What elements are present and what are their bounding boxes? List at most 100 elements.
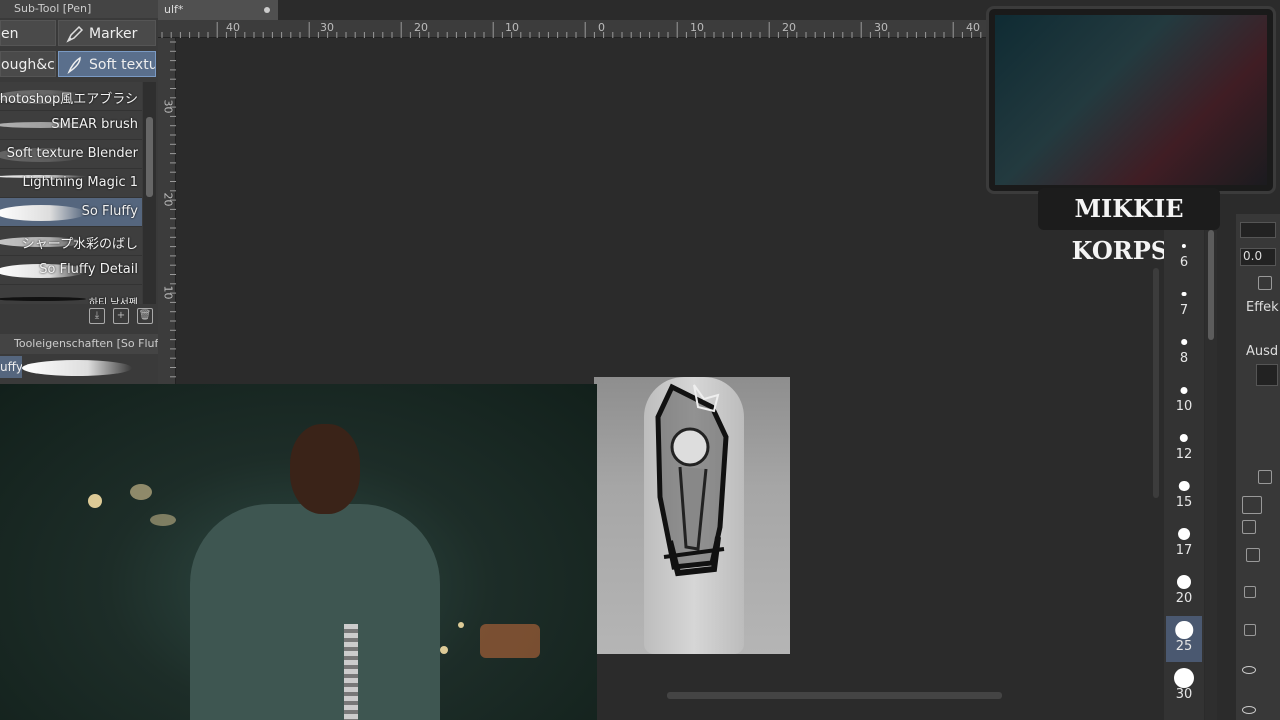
brush-list-scroll-thumb[interactable] xyxy=(146,117,153,197)
brush-size-label: 25 xyxy=(1175,639,1193,654)
copy-down-icon[interactable]: ⤓ xyxy=(89,308,105,324)
video-overlay xyxy=(0,384,597,720)
ruler-label: 20 xyxy=(414,21,428,34)
effect-label: Effek xyxy=(1246,300,1279,315)
brush-size-item[interactable]: 6 xyxy=(1166,232,1202,278)
bokeh-light xyxy=(88,494,102,508)
brush-size-dot xyxy=(1174,668,1194,688)
brush-size-dot xyxy=(1175,621,1193,639)
brush-item[interactable]: Photoshop風エアブラシ xyxy=(0,82,142,111)
subtool-rough-label: ough&co xyxy=(1,57,55,73)
subtool-soft-texture-button[interactable]: Soft texture xyxy=(58,51,156,77)
brush-size-dot xyxy=(1181,243,1187,249)
brush-size-label: 30 xyxy=(1175,687,1193,702)
brush-stroke-preview xyxy=(0,297,86,301)
brush-size-label: 12 xyxy=(1175,447,1193,462)
ruler-label: 30 xyxy=(161,99,175,114)
brush-size-item[interactable]: 15 xyxy=(1166,472,1202,518)
subtool-pen-button[interactable]: en xyxy=(0,20,56,46)
layer-stack-icon[interactable] xyxy=(1258,470,1272,484)
brush-item[interactable]: Lightning Magic 1 xyxy=(0,169,142,198)
eye-icon[interactable] xyxy=(1242,666,1256,674)
brush-size-label: 6 xyxy=(1179,255,1189,270)
value-field[interactable]: 0.0 xyxy=(1240,248,1276,266)
brush-size-item[interactable]: 17 xyxy=(1166,520,1202,566)
brush-size-scroll-thumb[interactable] xyxy=(1208,230,1214,340)
brush-item[interactable]: SMEAR brush xyxy=(0,111,142,140)
brush-item[interactable]: 하티 낙서펜 xyxy=(0,285,142,304)
brush-size-item-selected[interactable]: 25 xyxy=(1166,616,1202,662)
canvas-artwork[interactable] xyxy=(594,377,790,654)
brush-size-item[interactable]: 20 xyxy=(1166,568,1202,614)
close-tab-icon[interactable] xyxy=(264,7,270,13)
brush-stroke-preview xyxy=(22,360,132,376)
color-swatch-button[interactable] xyxy=(1256,364,1278,386)
ruler-label: 40 xyxy=(226,21,240,34)
tattoo-sketch xyxy=(655,383,729,577)
canvas-vertical-scroll-thumb[interactable] xyxy=(1153,268,1159,498)
right-panel: 0.0 Effek Ausd xyxy=(1236,214,1280,720)
brush-size-item[interactable]: 10 xyxy=(1166,376,1202,422)
bokeh-light xyxy=(480,624,540,658)
brush-item[interactable]: シャープ水彩のばし xyxy=(0,227,142,256)
bokeh-light xyxy=(440,646,448,654)
layer-checkbox[interactable] xyxy=(1244,624,1256,636)
trash-icon[interactable]: 🗑 xyxy=(137,308,153,324)
subtool-pen-label: en xyxy=(1,26,19,42)
brush-item-label: シャープ水彩のばし xyxy=(21,237,138,252)
horizontal-ruler: 40 30 20 10 0 10 20 30 40 xyxy=(158,20,988,38)
ruler-label: 30 xyxy=(874,21,888,34)
document-tab[interactable]: ulf* xyxy=(158,0,278,20)
soft-pen-icon xyxy=(67,56,81,74)
brush-size-dot xyxy=(1177,575,1191,589)
marker-pen-icon xyxy=(66,25,84,43)
tool-properties-stroke-preview xyxy=(22,356,158,382)
brush-item[interactable]: So Fluffy Detail xyxy=(0,256,142,285)
ruler-label: 40 xyxy=(966,21,980,34)
brush-list-scrollbar[interactable] xyxy=(143,82,156,304)
duplicate-icon[interactable]: + xyxy=(113,308,129,324)
brush-size-label: 8 xyxy=(1179,351,1189,366)
subtool-title: Sub-Tool [Pen] xyxy=(0,0,158,18)
canvas-horizontal-scroll-thumb[interactable] xyxy=(667,692,1002,699)
subtool-soft-texture-label: Soft texture xyxy=(89,57,155,73)
brush-item-label: So Fluffy Detail xyxy=(39,262,138,277)
layer-stack-icon[interactable] xyxy=(1258,276,1272,290)
brush-size-item[interactable]: 30 xyxy=(1166,664,1202,710)
layer-checkbox[interactable] xyxy=(1244,586,1256,598)
brush-item-label: So Fluffy xyxy=(81,204,138,219)
layer-mask-icon[interactable] xyxy=(1242,520,1256,534)
subtool-marker-button[interactable]: Marker xyxy=(58,20,156,46)
chain-necklace xyxy=(344,624,358,720)
tool-properties-title: Tooleigenschaften [So Fluffy xyxy=(0,334,158,354)
canvas-horizontal-scrollbar[interactable] xyxy=(597,688,1153,702)
ruler-label: 30 xyxy=(320,21,334,34)
brush-size-dot xyxy=(1180,386,1188,394)
brush-size-item[interactable]: 8 xyxy=(1166,328,1202,374)
eye-icon[interactable] xyxy=(1242,706,1256,714)
streamer-webcam-feed xyxy=(995,15,1267,185)
layer-folder-icon[interactable] xyxy=(1246,548,1260,562)
bokeh-light xyxy=(130,484,152,500)
ruler-label: 10 xyxy=(161,285,175,300)
tool-properties-name: uffy xyxy=(0,356,22,378)
ruler-label: 0 xyxy=(598,21,605,34)
brush-size-dot xyxy=(1178,480,1190,492)
brush-list: Photoshop風エアブラシ SMEAR brush Soft texture… xyxy=(0,82,142,304)
brush-size-list: 6 7 8 10 12 15 17 20 25 30 xyxy=(1164,230,1204,720)
subtool-rough-button[interactable]: ough&co xyxy=(0,51,56,77)
brush-item-label: Lightning Magic 1 xyxy=(22,175,138,190)
brush-size-label: 10 xyxy=(1175,399,1193,414)
ruler-label: 20 xyxy=(161,192,175,207)
brush-item[interactable]: Soft texture Blender xyxy=(0,140,142,169)
brush-size-item[interactable]: 12 xyxy=(1166,424,1202,470)
brush-item-selected[interactable]: So Fluffy xyxy=(0,198,142,227)
brush-size-item[interactable]: 7 xyxy=(1166,280,1202,326)
person-head xyxy=(290,424,360,514)
brush-size-scrollbar[interactable] xyxy=(1205,230,1217,720)
frame-icon[interactable] xyxy=(1242,496,1262,514)
brush-size-dot xyxy=(1181,291,1187,297)
slider-track[interactable] xyxy=(1240,222,1276,238)
brush-item-label: SMEAR brush xyxy=(51,117,138,132)
brush-size-dot xyxy=(1179,433,1189,443)
